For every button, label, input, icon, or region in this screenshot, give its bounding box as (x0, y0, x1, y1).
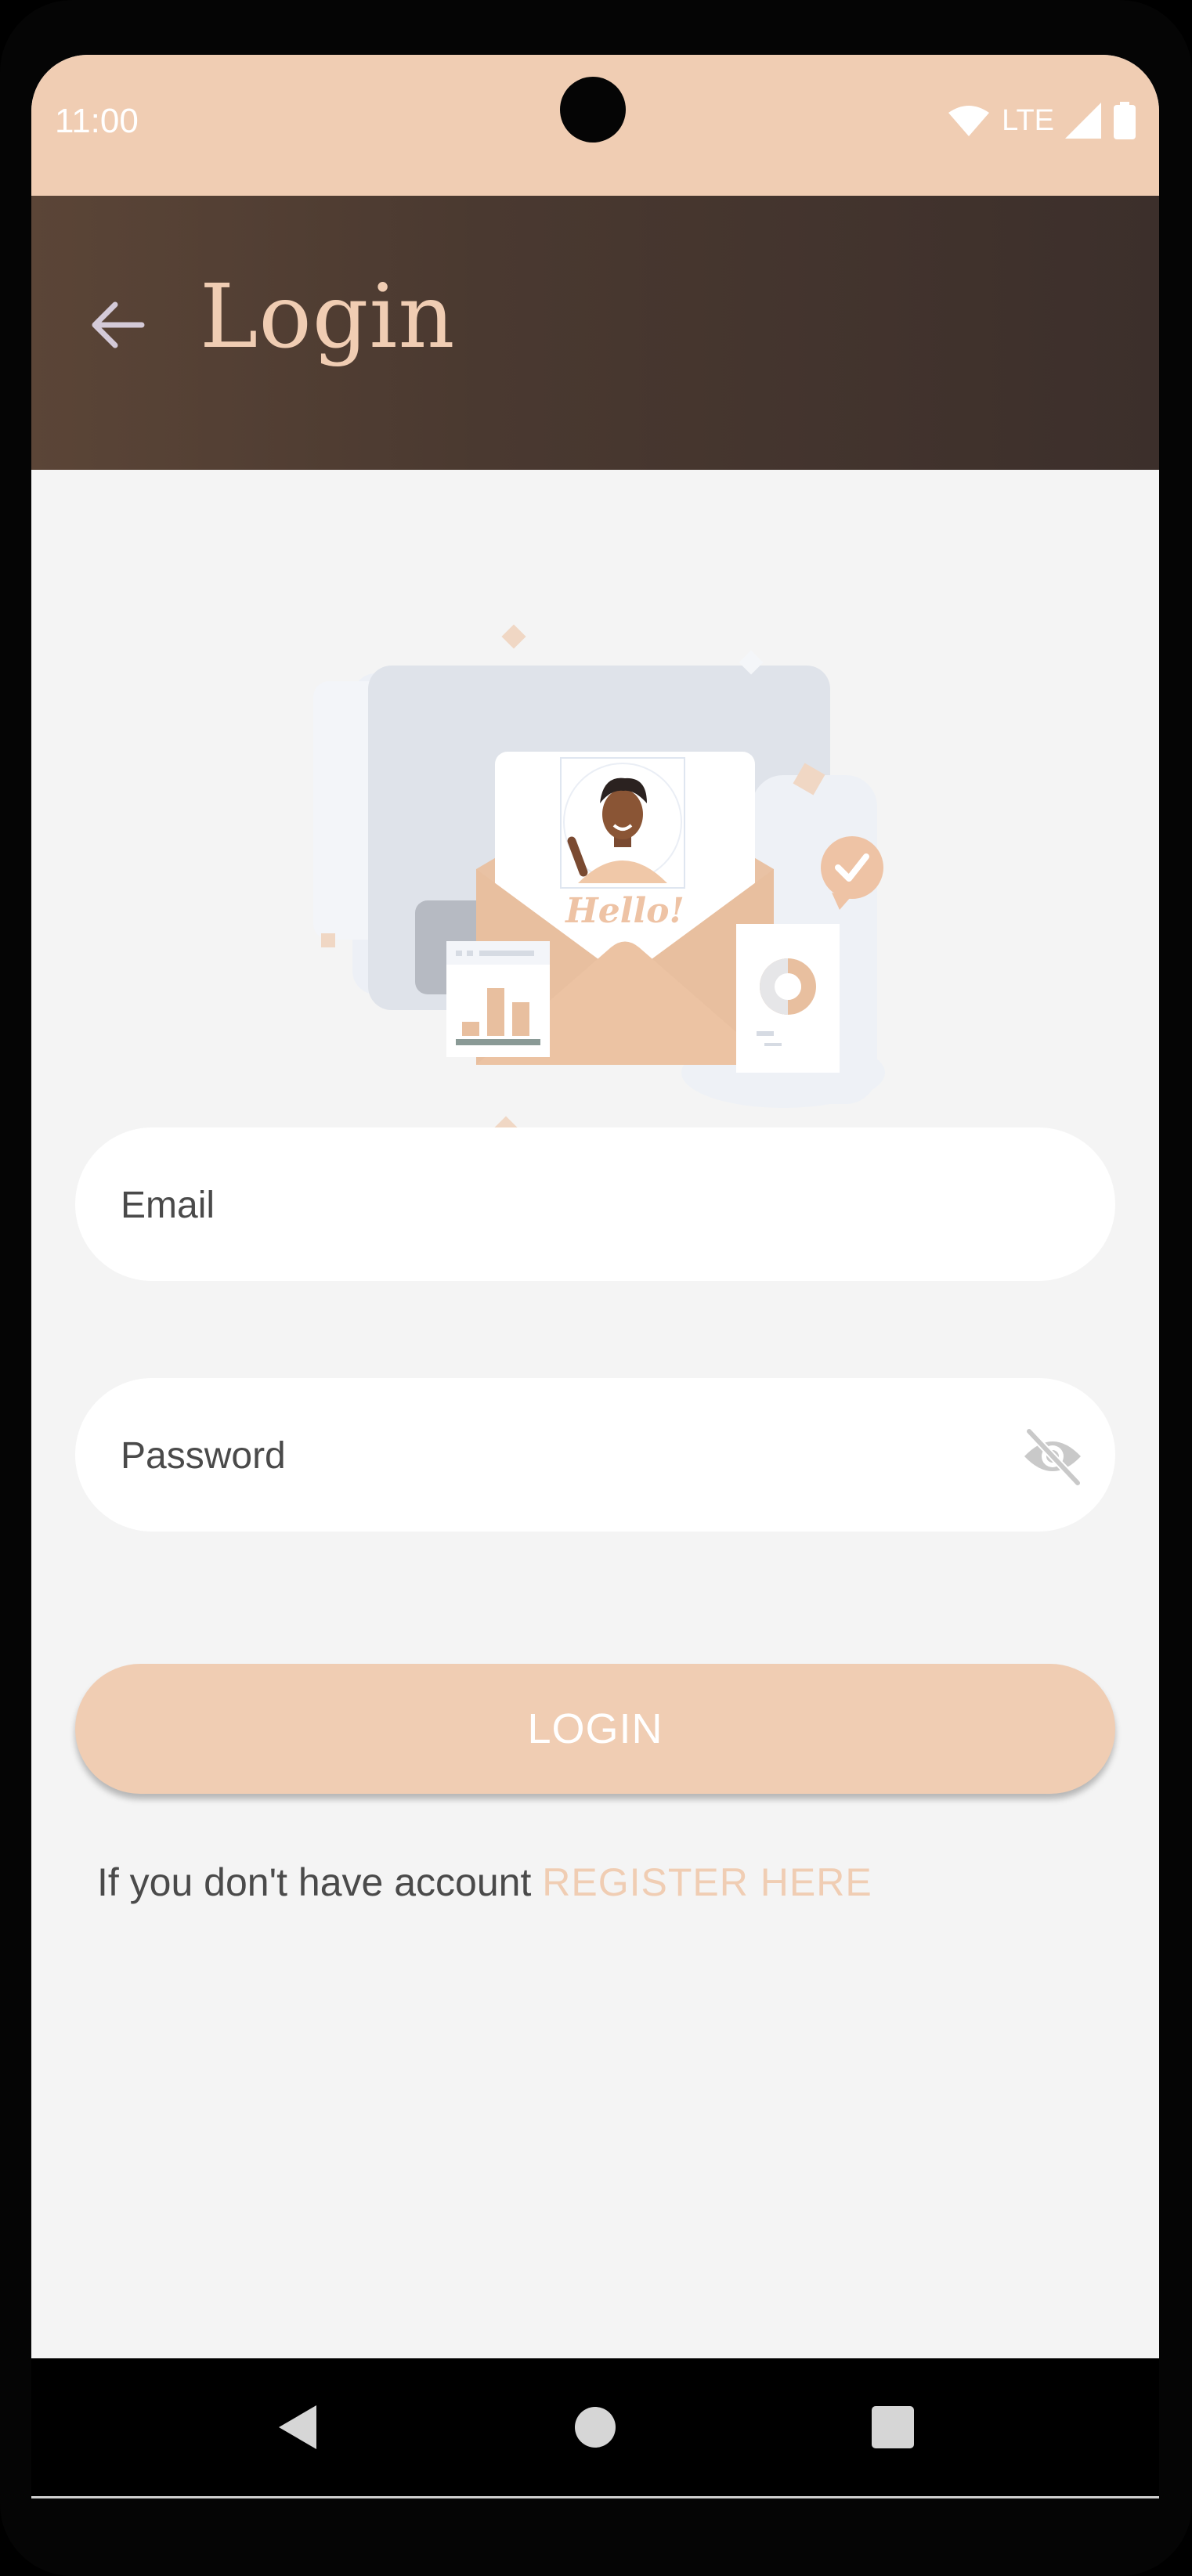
password-field[interactable] (75, 1378, 1115, 1533)
status-icons: LTE (947, 102, 1136, 139)
register-prompt: If you don't have account (97, 1860, 532, 1904)
screen: 11:00 LTE Login Hello! Email LOGIN If yo… (31, 55, 1159, 2498)
bottom-divider (31, 2496, 1159, 2498)
nav-back-button[interactable] (258, 2388, 337, 2466)
device-frame: 11:00 LTE Login Hello! Email LOGIN If yo… (0, 0, 1192, 2576)
circle-home-icon (575, 2407, 616, 2448)
battery-icon (1114, 102, 1136, 139)
navigation-bar (31, 2358, 1159, 2498)
nav-home-button[interactable] (556, 2388, 634, 2466)
status-bar: 11:00 LTE (31, 55, 1159, 196)
square-recents-icon (872, 2406, 914, 2448)
register-link[interactable]: REGISTER HERE (542, 1860, 872, 1904)
email-input[interactable] (119, 1127, 1023, 1283)
camera-cutout (560, 77, 626, 143)
eye-off-icon (1024, 1427, 1082, 1487)
triangle-back-icon (279, 2405, 316, 2449)
password-input[interactable] (119, 1378, 1023, 1533)
svg-text:Hello!: Hello! (564, 891, 684, 931)
register-row: If you don't have account REGISTER HERE (97, 1860, 872, 1905)
wifi-icon (948, 106, 990, 136)
status-time: 11:00 (55, 102, 139, 140)
login-illustration: Hello! (313, 624, 885, 1141)
email-field[interactable] (75, 1127, 1115, 1283)
network-type: LTE (1002, 103, 1054, 137)
password-visibility-toggle[interactable] (1020, 1423, 1085, 1489)
nav-recents-button[interactable] (854, 2388, 932, 2466)
page-title: Login (200, 266, 456, 368)
arrow-back-icon (92, 301, 145, 348)
signal-icon (1065, 103, 1101, 139)
login-button[interactable]: LOGIN (75, 1664, 1115, 1794)
app-bar: Login (31, 196, 1159, 470)
back-button[interactable] (74, 282, 161, 368)
